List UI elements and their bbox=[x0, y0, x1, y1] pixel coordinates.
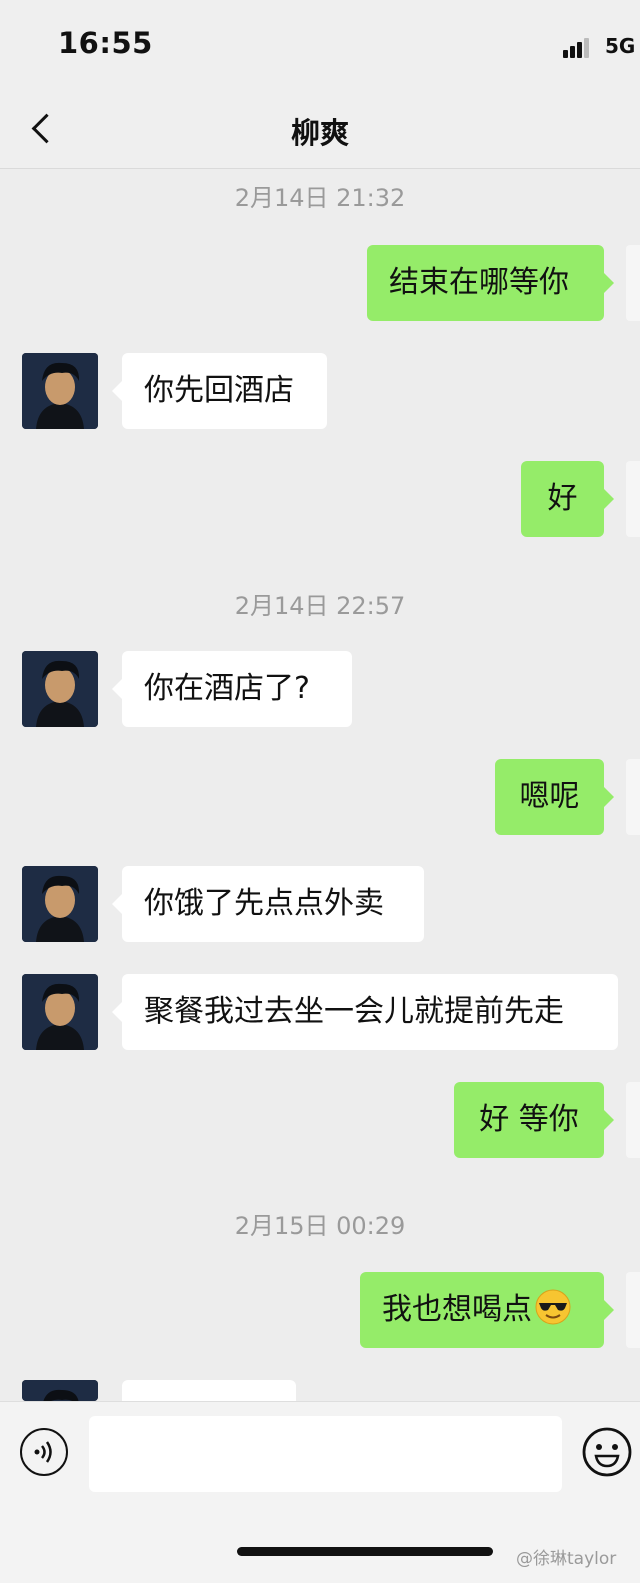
chat-title: 柳爽 bbox=[290, 116, 349, 150]
status-bar: 16:55 5G bbox=[0, 0, 640, 92]
outgoing-bubble[interactable]: 结束在哪等你 bbox=[367, 245, 614, 321]
outgoing-bubble[interactable]: 我也想喝点 bbox=[360, 1272, 614, 1348]
incoming-bubble[interactable]: 聚餐我过去坐一会儿就提前先走 bbox=[112, 974, 618, 1050]
contact-avatar[interactable] bbox=[22, 974, 98, 1050]
outgoing-text: 我也想喝点 bbox=[382, 1292, 532, 1327]
emoji-icon[interactable] bbox=[581, 1426, 633, 1478]
message-timestamp: 2月15日 00:29 bbox=[234, 1212, 406, 1240]
self-avatar[interactable] bbox=[626, 1272, 640, 1348]
incoming-bubble[interactable] bbox=[122, 1380, 296, 1401]
contact-avatar[interactable] bbox=[22, 866, 98, 942]
chat-header: 柳爽 bbox=[0, 92, 640, 169]
message-timestamp: 2月14日 22:57 bbox=[234, 592, 406, 620]
message-timestamp: 2月14日 21:32 bbox=[234, 184, 406, 212]
home-indicator[interactable] bbox=[237, 1547, 493, 1556]
message-input[interactable] bbox=[89, 1416, 562, 1492]
input-bar: @徐琳taylor bbox=[0, 1401, 640, 1583]
outgoing-bubble[interactable]: 好 等你 bbox=[454, 1082, 614, 1158]
contact-avatar[interactable] bbox=[22, 651, 98, 727]
incoming-bubble[interactable]: 你在酒店了? bbox=[112, 651, 352, 727]
incoming-bubble[interactable]: 你先回酒店 bbox=[112, 353, 327, 429]
self-avatar[interactable] bbox=[626, 759, 640, 835]
incoming-bubble[interactable]: 你饿了先点点外卖 bbox=[112, 866, 424, 942]
signal-icon bbox=[563, 36, 597, 58]
contact-avatar[interactable] bbox=[22, 1380, 98, 1401]
network-label: 5G bbox=[605, 34, 636, 58]
voice-icon[interactable] bbox=[20, 1428, 68, 1476]
self-avatar[interactable] bbox=[626, 245, 640, 321]
contact-avatar[interactable] bbox=[22, 353, 98, 429]
self-avatar[interactable] bbox=[626, 1082, 640, 1158]
outgoing-bubble[interactable]: 嗯呢 bbox=[495, 759, 614, 835]
self-avatar[interactable] bbox=[626, 461, 640, 537]
status-time: 16:55 bbox=[58, 26, 153, 60]
watermark: @徐琳taylor bbox=[516, 1549, 617, 1569]
outgoing-bubble[interactable]: 好 bbox=[521, 461, 614, 537]
sunglasses-emoji-icon bbox=[535, 1289, 571, 1325]
